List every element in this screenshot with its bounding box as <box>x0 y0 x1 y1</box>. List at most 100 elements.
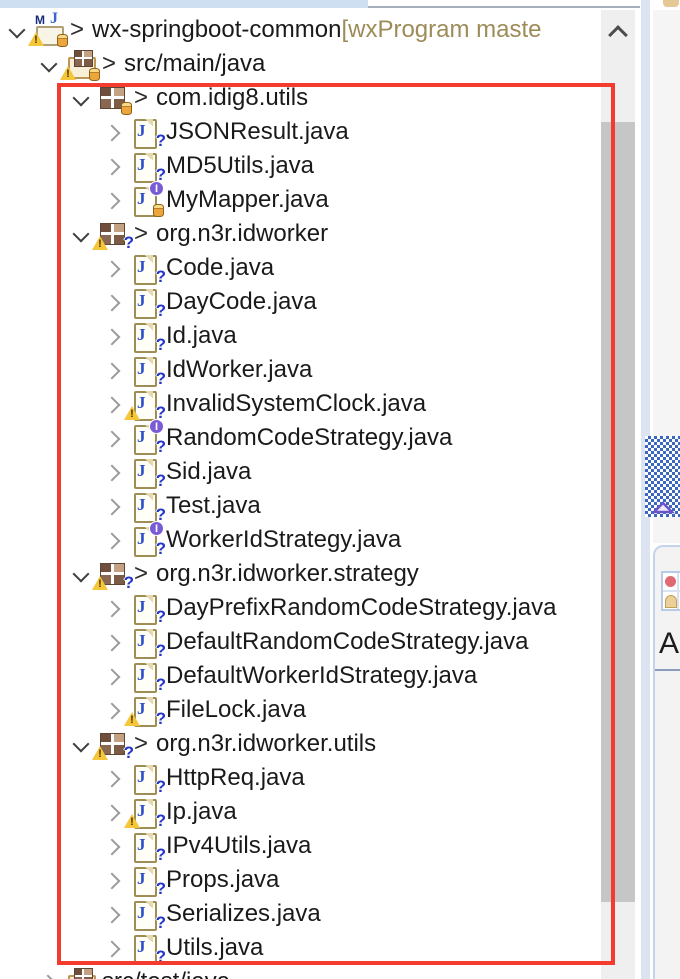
chevron-collapsed-icon[interactable] <box>102 829 124 863</box>
chevron-expanded-icon[interactable] <box>70 81 92 115</box>
icon-glyph: J <box>137 767 146 786</box>
tree-row[interactable]: J !? FileLock.java <box>0 693 640 728</box>
tree-item-label[interactable]: Id.java <box>166 322 237 350</box>
java-file-icon: J ? <box>132 288 166 320</box>
tree-item-label[interactable]: Ip.java <box>166 798 237 826</box>
tree-item-label[interactable]: org.n3r.idworker <box>156 220 328 248</box>
tree-item-label[interactable]: InvalidSystemClock.java <box>166 390 426 418</box>
tree-row[interactable]: J ? JSONResult.java <box>0 115 640 150</box>
tree-row[interactable]: !? > org.n3r.idworker.strategy <box>0 557 640 592</box>
chevron-collapsed-icon[interactable] <box>102 659 124 693</box>
chevron-collapsed-icon[interactable] <box>102 115 124 149</box>
tree-item-label[interactable]: com.idig8.utils <box>156 84 308 112</box>
question-overlay-icon: ? <box>155 709 166 728</box>
tree-item-label[interactable]: src/test/java <box>102 968 230 979</box>
chevron-collapsed-icon[interactable] <box>102 455 124 489</box>
tree-row[interactable]: J ? Code.java <box>0 251 640 286</box>
interface-overlay-icon: I <box>149 521 164 536</box>
tree-item-label[interactable]: HttpReq.java <box>166 764 305 792</box>
tree-item-label[interactable]: FileLock.java <box>166 696 306 724</box>
icon-red-dot <box>665 576 676 587</box>
vertical-scrollbar[interactable] <box>601 10 635 979</box>
chevron-expanded-icon[interactable] <box>6 13 28 47</box>
tree-row[interactable]: J ? Utils.java <box>0 931 640 966</box>
chevron-collapsed-icon[interactable] <box>102 285 124 319</box>
chevron-collapsed-icon[interactable] <box>102 353 124 387</box>
editor-tab-underline <box>655 669 680 671</box>
chevron-collapsed-icon[interactable] <box>102 761 124 795</box>
tree-row[interactable]: J ? DayCode.java <box>0 285 640 320</box>
tree-item-label[interactable]: Code.java <box>166 254 274 282</box>
tree-row[interactable]: J ? DefaultWorkerIdStrategy.java <box>0 659 640 694</box>
tree-item-label[interactable]: MD5Utils.java <box>166 152 314 180</box>
tree-item-label[interactable]: IdWorker.java <box>166 356 312 384</box>
scrollbar-up-arrow-icon[interactable] <box>601 16 635 44</box>
tree-row[interactable]: !? > org.n3r.idworker <box>0 217 640 252</box>
tree-item-label[interactable]: MyMapper.java <box>166 186 329 214</box>
tree-row[interactable]: M J ! > wx-springboot-common [wxProgram … <box>0 10 640 47</box>
chevron-expanded-icon[interactable] <box>70 727 92 761</box>
tree-row[interactable]: J ? DefaultRandomCodeStrategy.java <box>0 625 640 660</box>
chevron-collapsed-icon[interactable] <box>102 251 124 285</box>
tree-item-label[interactable]: org.n3r.idworker.strategy <box>156 560 419 588</box>
tree-row[interactable]: J ? Serializes.java <box>0 897 640 932</box>
tree-item-label[interactable]: DayPrefixRandomCodeStrategy.java <box>166 594 556 622</box>
tree-row[interactable]: J I? RandomCodeStrategy.java <box>0 419 640 456</box>
tree-row[interactable]: J ? HttpReq.java <box>0 761 640 796</box>
scrollbar-thumb[interactable] <box>601 122 635 902</box>
chevron-collapsed-icon[interactable] <box>102 149 124 183</box>
editor-tab-label[interactable]: Ap <box>659 627 680 661</box>
chevron-collapsed-icon[interactable] <box>102 489 124 523</box>
chevron-collapsed-icon[interactable] <box>38 965 60 979</box>
chevron-expanded-icon[interactable] <box>70 217 92 251</box>
tree-item-label[interactable]: src/main/java <box>124 50 265 78</box>
tree-item-label[interactable]: IPv4Utils.java <box>166 832 311 860</box>
tree-item-label[interactable]: Sid.java <box>166 458 251 486</box>
tree-row[interactable]: J I MyMapper.java <box>0 181 640 217</box>
tree-item-label[interactable]: JSONResult.java <box>166 118 349 146</box>
java-file-icon: J ? <box>132 322 166 354</box>
tree-row[interactable]: J ? Sid.java <box>0 455 640 490</box>
tree-row[interactable]: !? > org.n3r.idworker.utils <box>0 727 640 762</box>
tree-row[interactable]: src/test/java <box>0 965 640 979</box>
tree-row[interactable]: J ? DayPrefixRandomCodeStrategy.java <box>0 591 640 626</box>
chevron-collapsed-icon[interactable] <box>102 591 124 625</box>
chevron-collapsed-icon[interactable] <box>102 421 124 455</box>
tree-row[interactable]: J !? Ip.java <box>0 795 640 830</box>
chevron-collapsed-icon[interactable] <box>102 931 124 965</box>
tree-row[interactable]: J ? IPv4Utils.java <box>0 829 640 864</box>
tree-row[interactable]: J !? InvalidSystemClock.java <box>0 387 640 422</box>
tree-item-label[interactable]: RandomCodeStrategy.java <box>166 424 452 452</box>
tree-item-label[interactable]: DayCode.java <box>166 288 317 316</box>
java-file-icon: J I <box>132 181 164 217</box>
chevron-expanded-icon[interactable] <box>70 557 92 591</box>
chevron-expanded-icon[interactable] <box>38 47 60 81</box>
tree-item-label[interactable]: Test.java <box>166 492 261 520</box>
chevron-collapsed-icon[interactable] <box>102 693 124 727</box>
chevron-collapsed-icon[interactable] <box>102 319 124 353</box>
chevron-collapsed-icon[interactable] <box>102 183 124 217</box>
tree-item-label[interactable]: org.n3r.idworker.utils <box>156 730 376 758</box>
chevron-collapsed-icon[interactable] <box>102 863 124 897</box>
tree-item-label[interactable]: Serializes.java <box>166 900 321 928</box>
tree-row[interactable]: J ? Props.java <box>0 863 640 898</box>
tree-item-label[interactable]: Props.java <box>166 866 279 894</box>
tree-row[interactable]: J I? WorkerIdStrategy.java <box>0 521 640 558</box>
chevron-collapsed-icon[interactable] <box>102 523 124 557</box>
tree-row[interactable]: J ? IdWorker.java <box>0 353 640 388</box>
tree-item-label[interactable]: WorkerIdStrategy.java <box>166 526 401 554</box>
tree-item-label[interactable]: wx-springboot-common <box>92 16 341 44</box>
chevron-collapsed-icon[interactable] <box>102 625 124 659</box>
chevron-collapsed-icon[interactable] <box>102 795 124 829</box>
tree-row[interactable]: J ? MD5Utils.java <box>0 149 640 184</box>
tree-item-label[interactable]: DefaultWorkerIdStrategy.java <box>166 662 477 690</box>
chevron-collapsed-icon[interactable] <box>102 897 124 931</box>
tree-item-label[interactable]: DefaultRandomCodeStrategy.java <box>166 628 528 656</box>
chevron-collapsed-icon[interactable] <box>102 387 124 421</box>
tree-row[interactable]: ! > src/main/java <box>0 47 640 81</box>
tree-row[interactable]: > com.idig8.utils <box>0 81 640 115</box>
tree-item-label[interactable]: Utils.java <box>166 934 263 962</box>
src-folder-icon: ! <box>60 50 100 81</box>
tree-row[interactable]: J ? Id.java <box>0 319 640 354</box>
tree-row[interactable]: J ? Test.java <box>0 489 640 524</box>
